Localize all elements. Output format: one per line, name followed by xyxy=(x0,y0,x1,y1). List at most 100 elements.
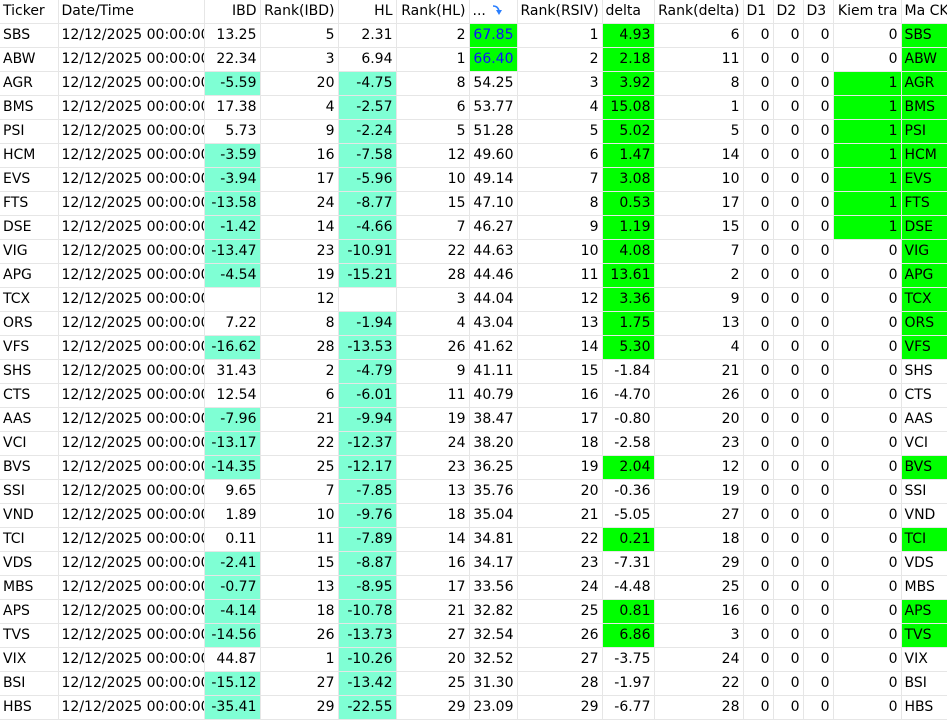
cell-ma-ck[interactable]: APS xyxy=(901,599,947,624)
cell-kiem-tra[interactable]: 0 xyxy=(833,23,902,48)
cell-ibd[interactable]: -14.35 xyxy=(204,455,261,480)
cell-d1[interactable]: 0 xyxy=(743,119,774,144)
cell-rank-rsiv[interactable]: 24 xyxy=(517,575,603,600)
cell-rank-rsiv[interactable]: 11 xyxy=(517,263,603,288)
cell-rank-hl[interactable]: 18 xyxy=(396,503,470,528)
cell-rank-ibd[interactable]: 25 xyxy=(260,455,339,480)
cell-ticker[interactable]: CTS xyxy=(0,383,59,408)
cell-datetime[interactable]: 12/12/2025 00:00:00 xyxy=(58,311,205,336)
cell-rank-delta[interactable]: 17 xyxy=(654,191,744,216)
cell-ma-ck[interactable]: DSE xyxy=(901,215,947,240)
cell-ma-ck[interactable]: VIX xyxy=(901,647,947,672)
table-row[interactable]: TCI 12/12/2025 00:00:00 0.11 11 -7.89 14 34.81… xyxy=(0,527,947,552)
cell-rank-hl[interactable]: 26 xyxy=(396,335,470,360)
cell-datetime[interactable]: 12/12/2025 00:00:00 xyxy=(58,23,205,48)
cell-ma-ck[interactable]: BMS xyxy=(901,95,947,120)
cell-d3[interactable]: 0 xyxy=(803,143,834,168)
cell-d2[interactable]: 0 xyxy=(773,95,804,120)
cell-datetime[interactable]: 12/12/2025 00:00:00 xyxy=(58,575,205,600)
cell-rank-delta[interactable]: 10 xyxy=(654,167,744,192)
cell-rank-ibd[interactable]: 27 xyxy=(260,671,339,696)
cell-ticker[interactable]: HBS xyxy=(0,695,59,720)
cell-rsiv[interactable]: 44.46 xyxy=(469,263,518,288)
cell-ma-ck[interactable]: TVS xyxy=(901,623,947,648)
cell-d3[interactable]: 0 xyxy=(803,383,834,408)
cell-rsiv[interactable]: 53.77 xyxy=(469,95,518,120)
cell-d2[interactable]: 0 xyxy=(773,647,804,672)
cell-ma-ck[interactable]: HCM xyxy=(901,143,947,168)
cell-rank-ibd[interactable]: 9 xyxy=(260,119,339,144)
cell-delta[interactable]: 5.02 xyxy=(602,119,655,144)
cell-rank-ibd[interactable]: 7 xyxy=(260,479,339,504)
column-header-rank-rsiv[interactable]: Rank(RSIV) xyxy=(517,0,603,24)
cell-datetime[interactable]: 12/12/2025 00:00:00 xyxy=(58,359,205,384)
cell-d2[interactable]: 0 xyxy=(773,215,804,240)
cell-ticker[interactable]: VFS xyxy=(0,335,59,360)
cell-ma-ck[interactable]: BSI xyxy=(901,671,947,696)
cell-d1[interactable]: 0 xyxy=(743,191,774,216)
cell-hl[interactable]: -12.37 xyxy=(338,431,397,456)
column-header-delta[interactable]: delta xyxy=(602,0,655,24)
cell-d3[interactable]: 0 xyxy=(803,167,834,192)
table-row[interactable]: SBS 12/12/2025 00:00:00 13.25 5 2.31 2 67.85 1 4… xyxy=(0,23,947,48)
cell-d3[interactable]: 0 xyxy=(803,575,834,600)
cell-ibd[interactable] xyxy=(204,287,261,312)
cell-rank-hl[interactable]: 1 xyxy=(396,47,470,72)
cell-d2[interactable]: 0 xyxy=(773,335,804,360)
cell-rank-rsiv[interactable]: 13 xyxy=(517,311,603,336)
cell-hl[interactable]: -8.77 xyxy=(338,191,397,216)
cell-rank-rsiv[interactable]: 28 xyxy=(517,671,603,696)
cell-rsiv[interactable]: 35.04 xyxy=(469,503,518,528)
cell-rank-hl[interactable]: 25 xyxy=(396,671,470,696)
cell-d3[interactable]: 0 xyxy=(803,119,834,144)
table-row[interactable]: SSI 12/12/2025 00:00:00 9.65 7 -7.85 13 35.76 2… xyxy=(0,479,947,504)
cell-hl[interactable]: -8.95 xyxy=(338,575,397,600)
column-header-ma-ck[interactable]: Ma CK xyxy=(901,0,947,24)
cell-d1[interactable]: 0 xyxy=(743,311,774,336)
cell-rank-ibd[interactable]: 6 xyxy=(260,383,339,408)
cell-rank-delta[interactable]: 25 xyxy=(654,575,744,600)
cell-d3[interactable]: 0 xyxy=(803,527,834,552)
cell-ibd[interactable]: -16.62 xyxy=(204,335,261,360)
cell-delta[interactable]: 6.86 xyxy=(602,623,655,648)
cell-rank-rsiv[interactable]: 18 xyxy=(517,431,603,456)
cell-ma-ck[interactable]: TCI xyxy=(901,527,947,552)
cell-datetime[interactable]: 12/12/2025 00:00:00 xyxy=(58,47,205,72)
cell-ma-ck[interactable]: MBS xyxy=(901,575,947,600)
cell-datetime[interactable]: 12/12/2025 00:00:00 xyxy=(58,623,205,648)
cell-delta[interactable]: -6.77 xyxy=(602,695,655,720)
cell-rank-rsiv[interactable]: 1 xyxy=(517,23,603,48)
cell-rank-ibd[interactable]: 15 xyxy=(260,551,339,576)
cell-hl[interactable]: -13.53 xyxy=(338,335,397,360)
cell-d2[interactable]: 0 xyxy=(773,575,804,600)
cell-rank-hl[interactable]: 6 xyxy=(396,95,470,120)
cell-d3[interactable]: 0 xyxy=(803,191,834,216)
cell-d1[interactable]: 0 xyxy=(743,47,774,72)
table-row[interactable]: APS 12/12/2025 00:00:00 -4.14 18 -10.78 21 32.… xyxy=(0,599,947,624)
cell-ticker[interactable]: VIG xyxy=(0,239,59,264)
cell-datetime[interactable]: 12/12/2025 00:00:00 xyxy=(58,647,205,672)
cell-d2[interactable]: 0 xyxy=(773,551,804,576)
cell-rank-ibd[interactable]: 22 xyxy=(260,431,339,456)
cell-kiem-tra[interactable]: 1 xyxy=(833,167,902,192)
cell-d1[interactable]: 0 xyxy=(743,551,774,576)
cell-hl[interactable]: -1.94 xyxy=(338,311,397,336)
cell-hl[interactable]: -10.91 xyxy=(338,239,397,264)
cell-delta[interactable]: 13.61 xyxy=(602,263,655,288)
cell-datetime[interactable]: 12/12/2025 00:00:00 xyxy=(58,95,205,120)
cell-delta[interactable]: 3.92 xyxy=(602,71,655,96)
cell-rsiv[interactable]: 41.62 xyxy=(469,335,518,360)
cell-rank-ibd[interactable]: 1 xyxy=(260,647,339,672)
cell-ticker[interactable]: FTS xyxy=(0,191,59,216)
cell-d2[interactable]: 0 xyxy=(773,455,804,480)
cell-rsiv[interactable]: 33.56 xyxy=(469,575,518,600)
cell-ma-ck[interactable]: VCI xyxy=(901,431,947,456)
cell-d2[interactable]: 0 xyxy=(773,599,804,624)
cell-ticker[interactable]: TVS xyxy=(0,623,59,648)
cell-hl[interactable]: -4.79 xyxy=(338,359,397,384)
cell-rank-hl[interactable]: 17 xyxy=(396,575,470,600)
cell-rank-ibd[interactable]: 12 xyxy=(260,287,339,312)
cell-ibd[interactable]: -4.14 xyxy=(204,599,261,624)
cell-delta[interactable]: -2.58 xyxy=(602,431,655,456)
table-row[interactable]: APG 12/12/2025 00:00:00 -4.54 19 -15.21 28 44.… xyxy=(0,263,947,288)
